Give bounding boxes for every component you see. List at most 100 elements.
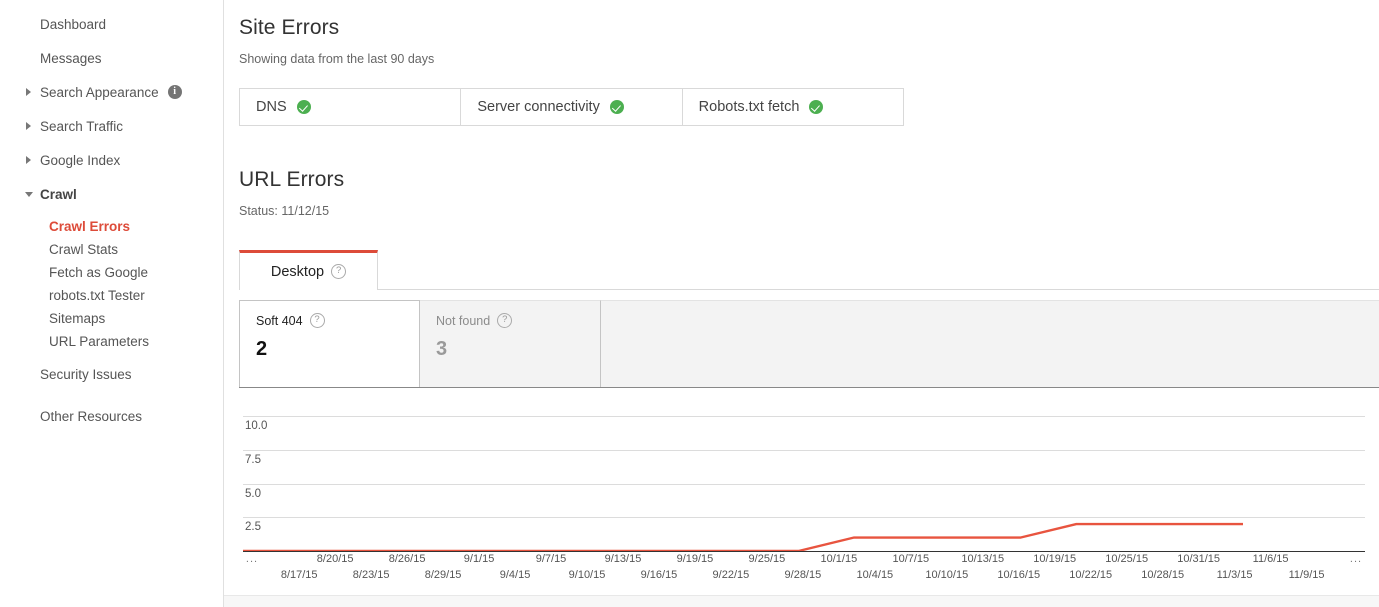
green-check-icon bbox=[609, 100, 624, 114]
chart-x-tick-label: 8/29/15 bbox=[424, 569, 462, 581]
chart-x-tick-label: 10/28/15 bbox=[1141, 569, 1185, 581]
error-card-not-found[interactable]: Not found ? 3 bbox=[420, 300, 601, 387]
bottom-strip bbox=[224, 595, 1379, 607]
chart-x-tick-label: 9/25/15 bbox=[748, 553, 786, 565]
url-errors-title: URL Errors bbox=[239, 168, 345, 191]
sidebar-item-other-resources[interactable]: Other Resources bbox=[0, 404, 223, 428]
sidebar-item-security-issues[interactable]: Security Issues bbox=[0, 362, 223, 386]
question-mark-icon[interactable]: ? bbox=[497, 313, 513, 328]
site-error-cell-dns[interactable]: DNS bbox=[240, 89, 462, 125]
sidebar-item-fetch-as-google[interactable]: Fetch as Google bbox=[0, 262, 223, 283]
sidebar-item-sitemaps[interactable]: Sitemaps bbox=[0, 308, 223, 329]
sidebar-item-search-traffic[interactable]: Search Traffic bbox=[0, 114, 223, 138]
url-errors-tablist: Desktop ? bbox=[239, 250, 1379, 290]
question-mark-icon[interactable]: ? bbox=[331, 264, 347, 279]
error-card-value: 3 bbox=[436, 338, 448, 360]
errors-line-chart: 10.0 7.5 5.0 2.5 8/17/15 8/20/15 8/23/15 8/26/… bbox=[239, 396, 1365, 592]
sidebar-item-label: Search Traffic bbox=[40, 118, 124, 134]
sidebar-item-label: Fetch as Google bbox=[49, 265, 149, 280]
sidebar-item-label: Messages bbox=[40, 50, 102, 66]
chart-x-tick-label: 9/28/15 bbox=[784, 569, 822, 581]
chart-x-tick-label: 9/13/15 bbox=[604, 553, 642, 565]
error-card-label-wrap: Not found ? bbox=[436, 313, 600, 328]
sidebar-item-label: Security Issues bbox=[40, 366, 132, 382]
sidebar-item-label: Search Appearance bbox=[40, 84, 159, 100]
green-check-icon bbox=[809, 100, 824, 114]
sidebar-item-label: Crawl Errors bbox=[49, 219, 131, 234]
chart-x-tick-label: 9/1/15 bbox=[463, 553, 495, 565]
sidebar: Dashboard Messages Search Appearance i S… bbox=[0, 0, 224, 607]
sidebar-item-crawl-stats[interactable]: Crawl Stats bbox=[0, 239, 223, 260]
chart-leading-ellipsis: ... bbox=[245, 553, 259, 565]
chart-x-tick-label: 11/6/15 bbox=[1252, 553, 1289, 565]
error-card-label-wrap: Soft 404 ? bbox=[256, 313, 419, 328]
green-check-icon bbox=[296, 100, 311, 114]
chart-x-tick-label: 10/25/15 bbox=[1105, 553, 1149, 565]
chart-x-tick-label: 8/26/15 bbox=[388, 553, 426, 565]
chart-x-tick-label: 8/20/15 bbox=[316, 553, 354, 565]
sidebar-item-google-index[interactable]: Google Index bbox=[0, 148, 223, 172]
question-mark-icon[interactable]: ? bbox=[309, 313, 325, 328]
error-cards-filler bbox=[601, 300, 1379, 387]
tab-label: Desktop bbox=[270, 263, 325, 280]
chart-x-tick-label: 9/4/15 bbox=[499, 569, 531, 581]
sidebar-item-messages[interactable]: Messages bbox=[0, 46, 223, 70]
sidebar-item-crawl-errors[interactable]: Crawl Errors bbox=[0, 216, 223, 237]
chart-x-tick-label: 9/7/15 bbox=[535, 553, 567, 565]
chart-x-tick-label: 8/17/15 bbox=[280, 569, 318, 581]
sidebar-item-label: Dashboard bbox=[40, 16, 107, 32]
site-errors-subtitle: Showing data from the last 90 days bbox=[239, 52, 435, 66]
site-errors-title: Site Errors bbox=[239, 16, 340, 39]
site-errors-table: DNS Server connectivity Robots.txt fetch bbox=[239, 88, 904, 126]
page-root: Dashboard Messages Search Appearance i S… bbox=[0, 0, 1379, 607]
chart-x-tick-label: 10/13/15 bbox=[961, 553, 1005, 565]
main-content: Site Errors Showing data from the last 9… bbox=[224, 0, 1379, 607]
sidebar-item-search-appearance[interactable]: Search Appearance i bbox=[0, 80, 223, 104]
error-card-label: Not found bbox=[436, 313, 491, 328]
chart-x-tick-label: 9/10/15 bbox=[568, 569, 606, 581]
chart-x-tick-label: 10/16/15 bbox=[997, 569, 1041, 581]
sidebar-item-label: Google Index bbox=[40, 152, 121, 168]
site-error-label: Server connectivity bbox=[477, 99, 600, 115]
error-card-soft-404[interactable]: Soft 404 ? 2 bbox=[239, 300, 420, 387]
url-errors-status: Status: 11/12/15 bbox=[239, 204, 330, 218]
chevron-down-icon bbox=[25, 191, 33, 197]
sidebar-item-crawl[interactable]: Crawl bbox=[0, 182, 223, 206]
sidebar-item-label: URL Parameters bbox=[49, 334, 150, 349]
chevron-right-icon bbox=[26, 122, 31, 130]
error-type-cards: Soft 404 ? 2 Not found ? 3 bbox=[239, 300, 1379, 388]
info-icon[interactable]: i bbox=[167, 85, 182, 99]
tab-desktop[interactable]: Desktop ? bbox=[239, 250, 378, 290]
sidebar-item-robots-txt-tester[interactable]: robots.txt Tester bbox=[0, 285, 223, 306]
chevron-right-icon bbox=[26, 88, 31, 96]
chart-x-tick-label: 9/16/15 bbox=[640, 569, 678, 581]
chart-x-tick-label: 8/23/15 bbox=[352, 569, 390, 581]
chart-x-tick-label: 10/10/15 bbox=[925, 569, 969, 581]
site-error-label: Robots.txt fetch bbox=[698, 99, 800, 115]
site-error-cell-robots-txt-fetch[interactable]: Robots.txt fetch bbox=[683, 89, 903, 125]
chart-x-tick-label: 9/22/15 bbox=[712, 569, 750, 581]
sidebar-item-label: robots.txt Tester bbox=[49, 288, 145, 303]
site-error-label: DNS bbox=[256, 99, 287, 115]
chart-x-tick-label: 11/9/15 bbox=[1288, 569, 1325, 581]
chart-plot-area bbox=[243, 522, 1243, 551]
chart-x-tick-label: 11/3/15 bbox=[1216, 569, 1253, 581]
chart-x-axis: 8/17/15 8/20/15 8/23/15 8/26/15 8/29/15 9/1/1… bbox=[243, 548, 1365, 592]
chart-x-tick-label: 10/1/15 bbox=[820, 553, 858, 565]
chart-x-tick-label: 10/7/15 bbox=[892, 553, 930, 565]
chart-trailing-ellipsis: ... bbox=[1349, 553, 1363, 565]
sidebar-item-label: Crawl bbox=[40, 186, 77, 202]
chart-x-tick-label: 9/19/15 bbox=[676, 553, 714, 565]
site-error-cell-server-connectivity[interactable]: Server connectivity bbox=[461, 89, 683, 125]
sidebar-item-label: Crawl Stats bbox=[49, 242, 119, 257]
chart-x-tick-label: 10/22/15 bbox=[1069, 569, 1113, 581]
sidebar-item-dashboard[interactable]: Dashboard bbox=[0, 12, 223, 36]
error-card-value: 2 bbox=[256, 338, 268, 360]
error-card-label: Soft 404 bbox=[256, 313, 303, 328]
chart-x-tick-label: 10/19/15 bbox=[1033, 553, 1077, 565]
sidebar-item-url-parameters[interactable]: URL Parameters bbox=[0, 331, 223, 352]
chevron-right-icon bbox=[26, 156, 31, 164]
